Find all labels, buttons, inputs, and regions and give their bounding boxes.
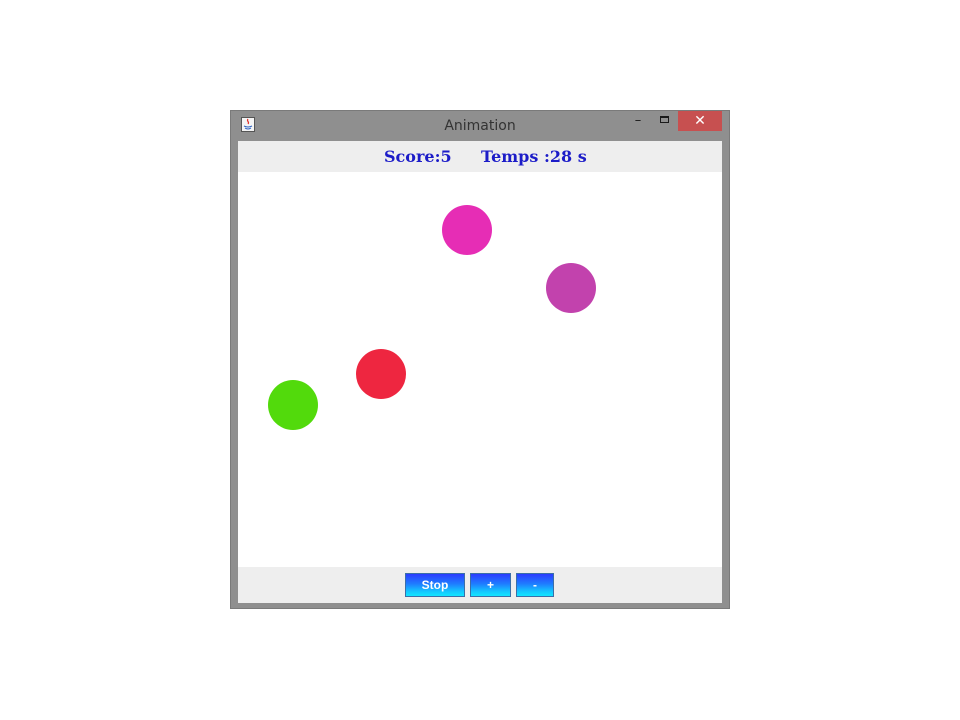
- animation-canvas[interactable]: [238, 172, 722, 567]
- ball-pink[interactable]: [442, 205, 492, 255]
- control-panel: Stop + -: [238, 567, 722, 603]
- status-panel: Score:5 Temps :28 s: [238, 141, 722, 172]
- ball-purple[interactable]: [546, 263, 596, 313]
- app-window: Animation – ✕ Score:5 Temps :28 s Stop +…: [230, 110, 730, 609]
- speed-down-button[interactable]: -: [516, 573, 554, 597]
- minimize-button[interactable]: –: [629, 111, 647, 131]
- ball-red[interactable]: [356, 349, 406, 399]
- ball-green[interactable]: [268, 380, 318, 430]
- title-bar[interactable]: Animation – ✕: [231, 111, 729, 141]
- score-label: Score:5: [384, 147, 452, 166]
- maximize-button[interactable]: [655, 111, 673, 131]
- time-label: Temps :28 s: [481, 147, 587, 166]
- maximize-icon: [660, 116, 669, 123]
- content-pane: Score:5 Temps :28 s Stop + -: [238, 141, 722, 603]
- speed-up-button[interactable]: +: [470, 573, 511, 597]
- stop-button[interactable]: Stop: [405, 573, 465, 597]
- close-button[interactable]: ✕: [678, 111, 722, 131]
